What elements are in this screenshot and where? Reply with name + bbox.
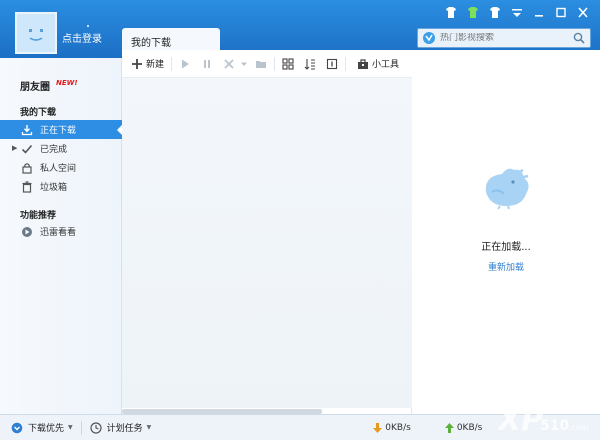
new-badge: NEW! <box>56 79 78 87</box>
toolbox-icon <box>358 58 369 69</box>
priority-label: 下载优先 <box>28 424 65 434</box>
sidebar-item-completed[interactable]: 已完成 <box>0 139 122 158</box>
vip-tshirt-icon[interactable] <box>488 6 502 18</box>
maximize-icon[interactable] <box>554 6 568 18</box>
sidebar-item-downloading[interactable]: 正在下载 <box>0 120 123 139</box>
sort-icon <box>304 58 316 70</box>
tools-label: 小工具 <box>372 60 400 70</box>
toolbar-divider <box>345 56 347 71</box>
sidebar-item-label: 迅雷看看 <box>40 228 77 238</box>
toolbar-divider <box>274 56 276 71</box>
download-arrow-icon <box>373 422 383 433</box>
menu-dropdown-icon[interactable] <box>510 6 524 18</box>
upload-speed: 0KB/s <box>444 422 483 433</box>
search-icon[interactable] <box>573 32 585 44</box>
sidebar-item-label: 已完成 <box>40 145 68 155</box>
window-controls <box>444 6 590 18</box>
sidebar-item-private-space[interactable]: 私人空间 <box>0 158 122 177</box>
sidebar-item-label: 垃圾箱 <box>40 183 68 193</box>
status-divider <box>80 420 82 435</box>
search-input[interactable] <box>440 33 570 43</box>
chevron-down-icon: ▼ <box>68 424 73 431</box>
priority-icon <box>11 422 23 433</box>
plan-label: 计划任务 <box>106 424 143 434</box>
search-box <box>417 28 591 48</box>
user-avatar[interactable] <box>15 12 57 54</box>
pause-button[interactable] <box>201 58 213 70</box>
grid-view-button[interactable] <box>282 57 294 70</box>
trash-icon <box>21 180 33 193</box>
download-priority-button[interactable]: 下载优先 ▼ <box>11 421 73 434</box>
download-speed: 0KB/s <box>373 422 411 433</box>
new-task-button[interactable]: 新建 <box>131 57 164 70</box>
clock-icon <box>90 421 102 434</box>
plus-icon <box>132 58 142 69</box>
delete-button[interactable] <box>223 58 235 70</box>
new-task-label: 新建 <box>146 60 165 70</box>
skin-tshirt-icon[interactable] <box>444 6 458 18</box>
reload-link[interactable]: 重新加载 <box>412 260 600 273</box>
check-icon <box>21 143 33 155</box>
download-speed-value: 0KB/s <box>385 422 411 433</box>
avatar-face-icon <box>21 18 51 48</box>
svg-text:系统之家: 系统之家 <box>544 403 580 415</box>
folder-icon <box>256 60 267 68</box>
login-dot <box>87 25 89 27</box>
xunlei-bird-icon <box>485 168 529 210</box>
close-icon[interactable] <box>576 6 590 18</box>
grid-icon <box>282 57 294 70</box>
toolbar: 新建 小工具 <box>122 50 412 78</box>
xunlei-logo-icon <box>423 32 435 44</box>
upload-arrow-icon <box>444 422 454 433</box>
lock-icon <box>21 162 33 174</box>
sidebar-item-label: 正在下载 <box>40 126 77 136</box>
chevron-down-icon: ▼ <box>146 424 152 431</box>
delete-dropdown-icon[interactable] <box>238 58 250 70</box>
section-features: 功能推荐 <box>20 211 57 221</box>
tools-button[interactable]: 小工具 <box>357 57 399 70</box>
download-list-panel: 新建 小工具 <box>122 50 412 414</box>
upload-speed-value: 0KB/s <box>456 422 483 433</box>
start-button[interactable] <box>179 58 191 70</box>
message-tshirt-icon[interactable] <box>466 6 480 18</box>
download-icon <box>21 124 33 136</box>
xunlei-kankan-icon <box>21 226 33 238</box>
svg-text:XP: XP <box>498 403 543 436</box>
play-icon <box>182 59 190 68</box>
open-folder-button[interactable] <box>255 58 267 70</box>
scheduled-task-button[interactable]: 计划任务 ▼ <box>90 421 152 434</box>
download-list[interactable] <box>122 78 412 408</box>
details-icon <box>326 58 338 69</box>
pause-icon <box>204 59 211 68</box>
info-panel: 正在加载... 重新加载 <box>412 50 600 414</box>
sort-button[interactable] <box>304 58 316 70</box>
tab-my-downloads[interactable]: 我的下载 <box>122 28 220 50</box>
loading-text: 正在加载... <box>481 242 531 253</box>
login-link[interactable]: 点击登录 <box>62 30 102 45</box>
sidebar: 朋友圈 NEW! 我的下载 正在下载 ▶ 已完成 私人空间 垃圾箱 功能推荐 迅… <box>0 58 123 414</box>
svg-text:.com: .com <box>569 423 589 432</box>
section-my-downloads: 我的下载 <box>20 108 57 118</box>
sidebar-item-trash[interactable]: 垃圾箱 <box>0 177 122 196</box>
minimize-icon[interactable] <box>532 6 546 18</box>
sidebar-item-label: 私人空间 <box>40 164 77 174</box>
sidebar-item-xunlei-kankan[interactable]: 迅雷看看 <box>0 222 122 241</box>
details-button[interactable] <box>326 58 338 70</box>
friends-circle-link[interactable]: 朋友圈 <box>20 78 50 93</box>
svg-text:510: 510 <box>540 418 569 434</box>
xp510-watermark-logo: XP 系统之家 510 .com <box>498 403 589 436</box>
toolbar-divider <box>171 56 173 71</box>
delete-x-icon <box>224 58 234 69</box>
